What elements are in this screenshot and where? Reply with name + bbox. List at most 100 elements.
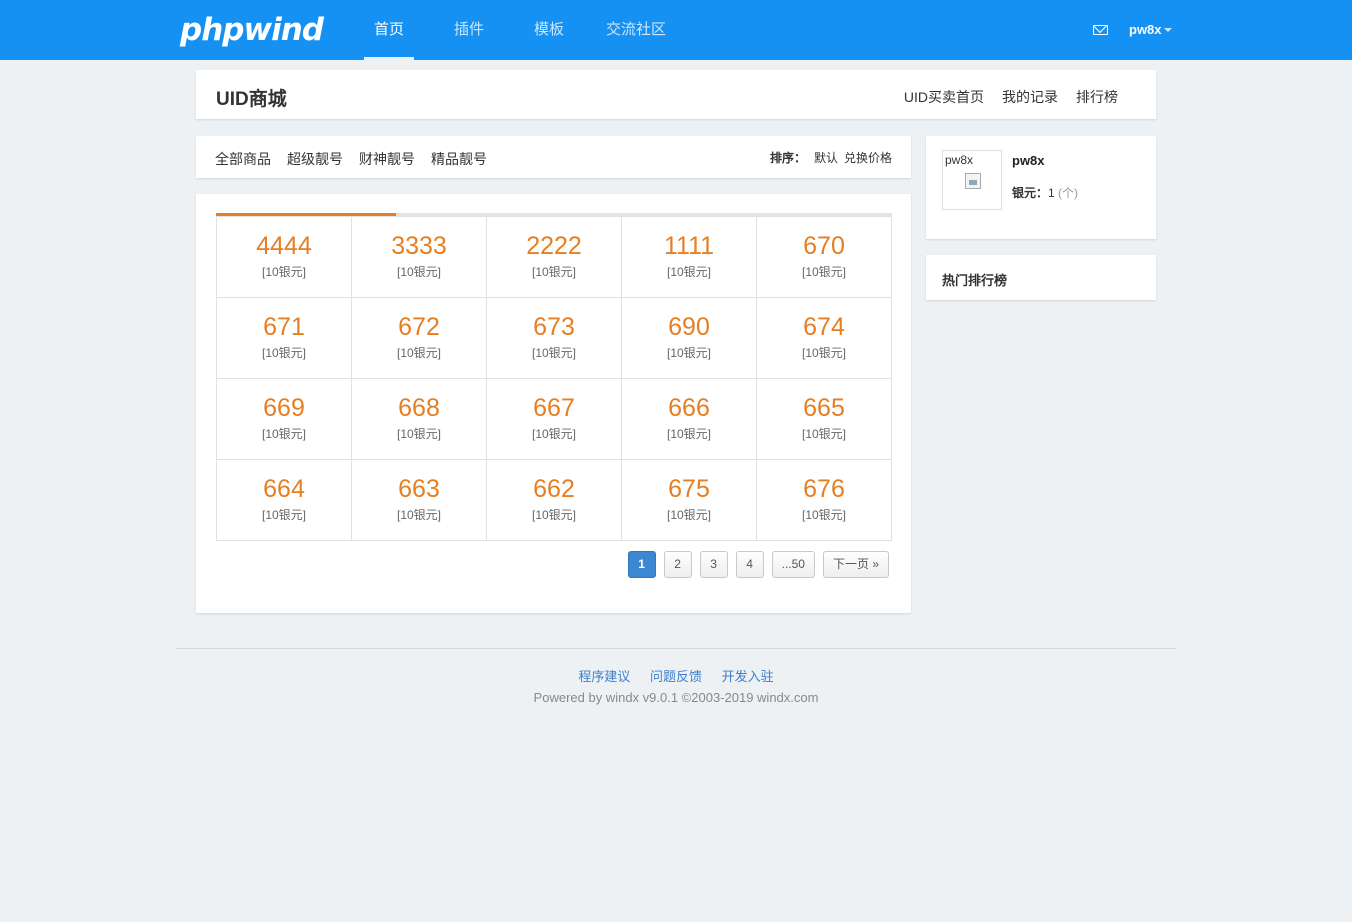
uid-number: 674 — [803, 313, 845, 341]
uid-price: [10银元] — [531, 427, 577, 441]
uid-number: 671 — [263, 313, 305, 341]
uid-price: [10银元] — [396, 427, 442, 441]
uid-item[interactable]: 670 [10银元] — [757, 217, 892, 298]
uid-price: [10银元] — [801, 346, 847, 360]
uid-item[interactable]: 4444 [10银元] — [217, 217, 352, 298]
uid-number: 666 — [668, 394, 710, 422]
footer-link-suggestions[interactable]: 程序建议 — [578, 669, 630, 684]
hot-ranking-panel: 热门排行榜 — [926, 255, 1156, 300]
uid-item[interactable]: 671 [10银元] — [217, 298, 352, 379]
page-title-bar: UID商城 UID买卖首页 我的记录 排行榜 — [196, 70, 1156, 119]
uid-price: [10银元] — [531, 346, 577, 360]
footer-link-feedback[interactable]: 问题反馈 — [650, 669, 702, 684]
chevron-down-icon — [1163, 27, 1172, 32]
uid-number: 673 — [533, 313, 575, 341]
uid-item[interactable]: 666 [10银元] — [622, 379, 757, 460]
uid-price: [10银元] — [261, 508, 307, 522]
uid-grid: 4444 [10银元] 3333 [10银元] 2222 [10银元] 1111 [10银元]… — [216, 216, 892, 541]
uid-item[interactable]: 663 [10银元] — [352, 460, 487, 541]
user-name[interactable]: pw8x — [1012, 153, 1045, 168]
link-my-records[interactable]: 我的记录 — [1002, 87, 1058, 107]
uid-price: [10银元] — [396, 346, 442, 360]
uid-number: 663 — [398, 475, 440, 503]
uid-number: 4444 — [256, 232, 312, 260]
uid-list-panel: 4444 [10银元] 3333 [10银元] 2222 [10银元] 1111 [10银元]… — [196, 194, 911, 613]
uid-price: [10银元] — [261, 346, 307, 360]
uid-item[interactable]: 672 [10银元] — [352, 298, 487, 379]
uid-price: [10银元] — [801, 508, 847, 522]
uid-number: 676 — [803, 475, 845, 503]
next-page-button[interactable]: 下一页 » — [822, 551, 889, 578]
user-menu[interactable]: pw8x — [1129, 22, 1172, 37]
uid-number: 670 — [803, 232, 845, 260]
uid-price: [10银元] — [666, 265, 712, 279]
category-premium[interactable]: 精品靓号 — [431, 149, 487, 169]
page-button-3[interactable]: 3 — [699, 551, 728, 578]
title-links: UID买卖首页 我的记录 排行榜 — [904, 87, 1118, 107]
uid-item[interactable]: 665 [10银元] — [757, 379, 892, 460]
uid-item[interactable]: 673 [10银元] — [487, 298, 622, 379]
uid-number: 665 — [803, 394, 845, 422]
uid-price: [10银元] — [531, 265, 577, 279]
uid-price: [10银元] — [666, 508, 712, 522]
uid-price: [10银元] — [531, 508, 577, 522]
nav-item-plugins[interactable]: 插件 — [444, 0, 494, 60]
uid-item[interactable]: 662 [10银元] — [487, 460, 622, 541]
sort-price[interactable]: 兑换价格 — [844, 149, 892, 166]
link-uid-market-home[interactable]: UID买卖首页 — [904, 87, 984, 107]
uid-number: 3333 — [391, 232, 447, 260]
page-button-last[interactable]: ...50 — [771, 551, 815, 578]
uid-number: 667 — [533, 394, 575, 422]
uid-item[interactable]: 690 [10银元] — [622, 298, 757, 379]
balance-value: 1 — [1048, 186, 1055, 200]
balance-unit: (个) — [1058, 186, 1079, 200]
sort-default[interactable]: 默认 — [814, 149, 838, 166]
uid-item[interactable]: 3333 [10银元] — [352, 217, 487, 298]
uid-item[interactable]: 668 [10银元] — [352, 379, 487, 460]
balance-label: 银元： — [1012, 186, 1049, 200]
uid-item[interactable]: 1111 [10银元] — [622, 217, 757, 298]
uid-price: [10银元] — [396, 265, 442, 279]
uid-number: 675 — [668, 475, 710, 503]
user-info-panel: pw8x pw8x 银元：1 (个) — [926, 136, 1156, 239]
uid-number: 2222 — [526, 232, 582, 260]
uid-item[interactable]: 667 [10银元] — [487, 379, 622, 460]
uid-number: 1111 — [663, 232, 715, 260]
nav-item-home[interactable]: 首页 — [364, 0, 414, 60]
filter-bar: 全部商品 超级靓号 财神靓号 精品靓号 排序： 默认 兑换价格 — [196, 136, 911, 178]
uid-item[interactable]: 669 [10银元] — [217, 379, 352, 460]
uid-number: 662 — [533, 475, 575, 503]
page-button-2[interactable]: 2 — [663, 551, 692, 578]
site-logo[interactable]: phpwind — [180, 12, 324, 48]
avatar[interactable]: pw8x — [942, 150, 1002, 210]
category-all[interactable]: 全部商品 — [215, 149, 271, 169]
footer-link-developer[interactable]: 开发入驻 — [722, 669, 774, 684]
footer-links: 程序建议 问题反馈 开发入驻 — [0, 666, 1352, 685]
broken-image-icon — [965, 173, 981, 189]
mail-icon[interactable] — [1093, 25, 1108, 35]
footer-divider — [176, 648, 1176, 649]
link-leaderboard[interactable]: 排行榜 — [1076, 87, 1118, 107]
uid-number: 664 — [263, 475, 305, 503]
nav-item-community[interactable]: 交流社区 — [604, 0, 668, 60]
uid-price: [10银元] — [666, 427, 712, 441]
uid-item[interactable]: 675 [10银元] — [622, 460, 757, 541]
uid-item[interactable]: 664 [10银元] — [217, 460, 352, 541]
category-super[interactable]: 超级靓号 — [287, 149, 343, 169]
uid-item[interactable]: 2222 [10银元] — [487, 217, 622, 298]
sort-controls: 排序： 默认 兑换价格 — [770, 149, 892, 166]
page-button-1[interactable]: 1 — [627, 551, 656, 578]
uid-item[interactable]: 674 [10银元] — [757, 298, 892, 379]
uid-price: [10银元] — [396, 508, 442, 522]
uid-price: [10银元] — [261, 265, 307, 279]
uid-number: 672 — [398, 313, 440, 341]
category-fortune[interactable]: 财神靓号 — [359, 149, 415, 169]
pagination: 1 2 3 4 ...50 下一页 » — [627, 551, 889, 578]
sort-label: 排序： — [769, 151, 806, 165]
uid-price: [10银元] — [261, 427, 307, 441]
avatar-alt-text: pw8x — [945, 153, 974, 167]
main-nav: 首页 插件 模板 交流社区 — [364, 0, 668, 60]
page-button-4[interactable]: 4 — [735, 551, 764, 578]
nav-item-templates[interactable]: 模板 — [524, 0, 574, 60]
uid-item[interactable]: 676 [10银元] — [757, 460, 892, 541]
